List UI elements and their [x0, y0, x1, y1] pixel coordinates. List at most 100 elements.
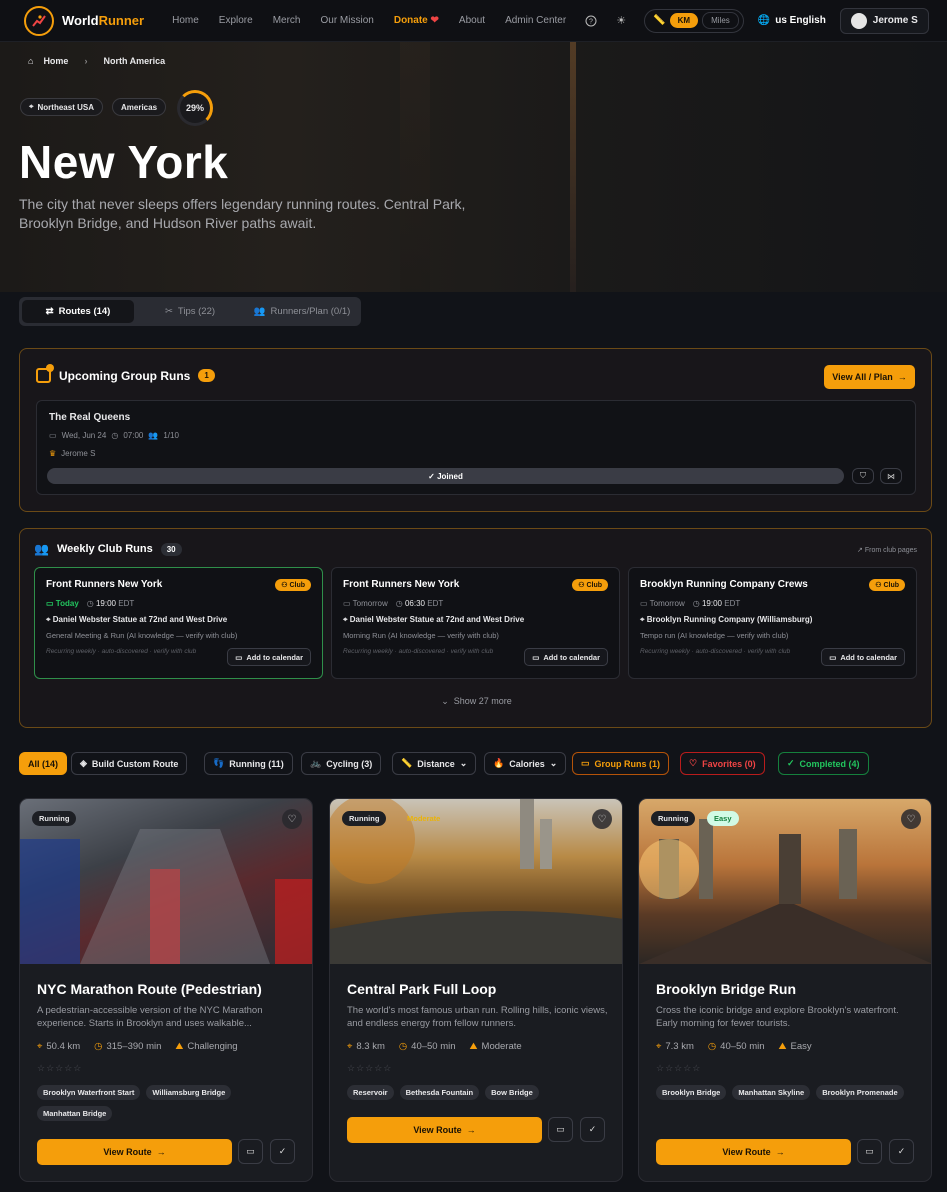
view-all-plan-button[interactable]: View All / Plan →: [824, 365, 915, 389]
add-to-calendar-button[interactable]: ▭ Add to calendar: [227, 648, 311, 666]
rating-stars[interactable]: ☆☆☆☆☆: [37, 1063, 82, 1074]
calendar-icon[interactable]: ▭: [238, 1139, 263, 1164]
route-tags: Reservoir Bethesda Fountain Bow Bridge: [347, 1085, 612, 1100]
build-custom-route-button[interactable]: ◈ Build Custom Route: [71, 752, 188, 775]
check-circle-icon[interactable]: ✓: [580, 1117, 605, 1142]
club-pages-link[interactable]: ↗ From club pages: [857, 546, 917, 554]
filter-favorites[interactable]: ♡ Favorites (0): [680, 752, 765, 775]
breadcrumb-home[interactable]: Home: [43, 56, 68, 66]
filter-completed[interactable]: ✓ Completed (4): [778, 752, 869, 775]
route-stats: ⌖ 7.3 km ◷ 40–50 min ⛰ Easy: [656, 1041, 812, 1052]
route-card[interactable]: Running Easy ♡ Brooklyn Bridge Run Cross…: [638, 798, 932, 1182]
check-circle-icon[interactable]: ✓: [889, 1139, 914, 1164]
location-pin-icon: ⌖: [37, 1041, 43, 1052]
club-name: Brooklyn Running Company Crews: [640, 579, 808, 590]
route-card[interactable]: Running Moderate ♡ Central Park Full Loo…: [329, 798, 623, 1182]
location-pin-icon: ⌖: [640, 615, 645, 624]
show-more-button[interactable]: ⌄ Show 27 more: [20, 696, 933, 707]
mountain-icon: ⛰: [469, 1041, 478, 1052]
region-tag: ⌖ Northeast USA: [20, 98, 103, 116]
check-circle-icon[interactable]: ✓: [270, 1139, 295, 1164]
distance-dropdown[interactable]: 📏 Distance ⌄: [392, 752, 477, 775]
group-runs-header: Upcoming Group Runs 1: [36, 364, 215, 383]
runner-logo-icon: [24, 5, 54, 36]
route-tag: Brooklyn Promenade: [816, 1085, 904, 1100]
weekly-club-runs-panel: 👥 Weekly Club Runs 30 ↗ From club pages …: [19, 528, 932, 728]
club-run-when: ▭ Tomorrow ◷ 06:30 EDT: [343, 599, 444, 608]
nav-home[interactable]: Home: [172, 15, 199, 26]
brand-logo[interactable]: WorldRunner: [24, 5, 144, 36]
view-route-button[interactable]: View Route →: [656, 1139, 851, 1165]
clock-icon: ◷: [692, 599, 700, 608]
nav-merch[interactable]: Merch: [273, 15, 301, 26]
chevron-down-icon: ⌄: [459, 758, 468, 768]
route-tag: Williamsburg Bridge: [146, 1085, 232, 1100]
language-selector[interactable]: 🌐 us English: [758, 15, 826, 26]
users-icon: 👥: [253, 306, 266, 317]
club-run-note: Recurring weekly · auto-discovered · ver…: [640, 648, 791, 655]
share-icon[interactable]: ⋈: [880, 468, 902, 484]
filter-running[interactable]: 👣 Running (11): [204, 752, 293, 775]
nav-explore[interactable]: Explore: [219, 15, 253, 26]
help-icon[interactable]: ?: [582, 12, 600, 30]
calendar-icon[interactable]: ▭: [857, 1139, 882, 1164]
tools-icon: ✂: [164, 306, 173, 317]
heart-icon: ❤: [430, 15, 439, 26]
unit-miles-button[interactable]: Miles: [702, 12, 739, 29]
route-tag: Manhattan Skyline: [732, 1085, 811, 1100]
view-route-button[interactable]: View Route →: [347, 1117, 542, 1143]
group-run-card[interactable]: The Real Queens ▭ Wed, Jun 24 ◷ 07:00 👥 1/1…: [36, 400, 916, 495]
nav-donate[interactable]: Donate ❤: [394, 15, 439, 26]
calendar-icon[interactable]: ▭: [548, 1117, 573, 1142]
route-tag: Bethesda Fountain: [399, 1085, 480, 1100]
club-run-card: Brooklyn Running Company Crews ⚇ Club ▭ …: [628, 567, 917, 679]
favorite-heart-icon[interactable]: ♡: [592, 809, 612, 829]
tab-runners-plan[interactable]: 👥 Runners/Plan (0/1): [246, 300, 358, 323]
club-name: Front Runners New York: [343, 579, 460, 590]
calendar-icon: ▭: [640, 599, 648, 608]
calories-dropdown[interactable]: 🔥 Calories ⌄: [484, 752, 567, 775]
nav-about[interactable]: About: [459, 15, 485, 26]
filter-all[interactable]: All (14): [19, 752, 68, 775]
rating-stars[interactable]: ☆☆☆☆☆: [656, 1063, 701, 1074]
progress-ring: 29%: [177, 90, 213, 126]
group-run-name: The Real Queens: [49, 412, 131, 423]
weekly-title: Weekly Club Runs: [56, 543, 153, 555]
tab-tips[interactable]: ✂ Tips (22): [134, 300, 246, 323]
route-tags: Brooklyn Waterfront Start Williamsburg B…: [37, 1085, 302, 1121]
view-route-button[interactable]: View Route →: [37, 1139, 232, 1165]
joined-status-button[interactable]: ✓ Joined: [47, 468, 844, 484]
calendar-icon: ▭: [532, 652, 540, 662]
nav-admin-center[interactable]: Admin Center: [505, 15, 566, 26]
club-run-note: Recurring weekly · auto-discovered · ver…: [46, 648, 197, 655]
favorite-heart-icon[interactable]: ♡: [282, 809, 302, 829]
check-circle-icon: ✓: [787, 758, 795, 768]
club-run-location: ⌖ Daniel Webster Statue at 72nd and West…: [343, 615, 525, 624]
favorite-heart-icon[interactable]: ♡: [901, 809, 921, 829]
club-run-card: Front Runners New York ⚇ Club ▭ Tomorrow…: [331, 567, 620, 679]
top-nav: WorldRunner Home Explore Merch Our Missi…: [0, 0, 947, 42]
filter-group-runs[interactable]: ▭ Group Runs (1): [572, 752, 670, 775]
add-to-calendar-button[interactable]: ▭ Add to calendar: [821, 648, 905, 666]
route-description: Cross the iconic bridge and explore Broo…: [656, 1005, 899, 1029]
mountain-icon: ⛰: [175, 1041, 184, 1052]
bike-icon: 🚲: [310, 758, 322, 768]
nav-our-mission[interactable]: Our Mission: [320, 15, 373, 26]
user-menu-button[interactable]: Jerome S: [839, 7, 929, 34]
add-to-calendar-button[interactable]: ▭ Add to calendar: [524, 648, 608, 666]
arrow-right-icon: →: [897, 372, 907, 382]
route-card[interactable]: Running ♡ NYC Marathon Route (Pedestrian…: [19, 798, 313, 1182]
shield-icon[interactable]: ⛉: [852, 468, 874, 484]
unit-km-button[interactable]: KM: [669, 13, 699, 28]
breadcrumb-current[interactable]: North America: [103, 56, 165, 66]
rating-stars[interactable]: ☆☆☆☆☆: [347, 1063, 392, 1074]
arrow-right-icon: →: [775, 1147, 785, 1157]
page-subtitle: The city that never sleeps offers legend…: [19, 196, 466, 231]
theme-sun-icon[interactable]: ☀: [612, 12, 630, 30]
users-icon: ⚇: [578, 582, 585, 589]
clock-icon: ◷: [398, 1041, 408, 1052]
filter-cycling[interactable]: 🚲 Cycling (3): [301, 752, 382, 775]
globe-icon: 🌐: [757, 15, 771, 26]
tab-routes[interactable]: ⇄ Routes (14): [22, 300, 134, 323]
club-run-card: Front Runners New York ⚇ Club ▭ Today ◷ 1…: [34, 567, 323, 679]
